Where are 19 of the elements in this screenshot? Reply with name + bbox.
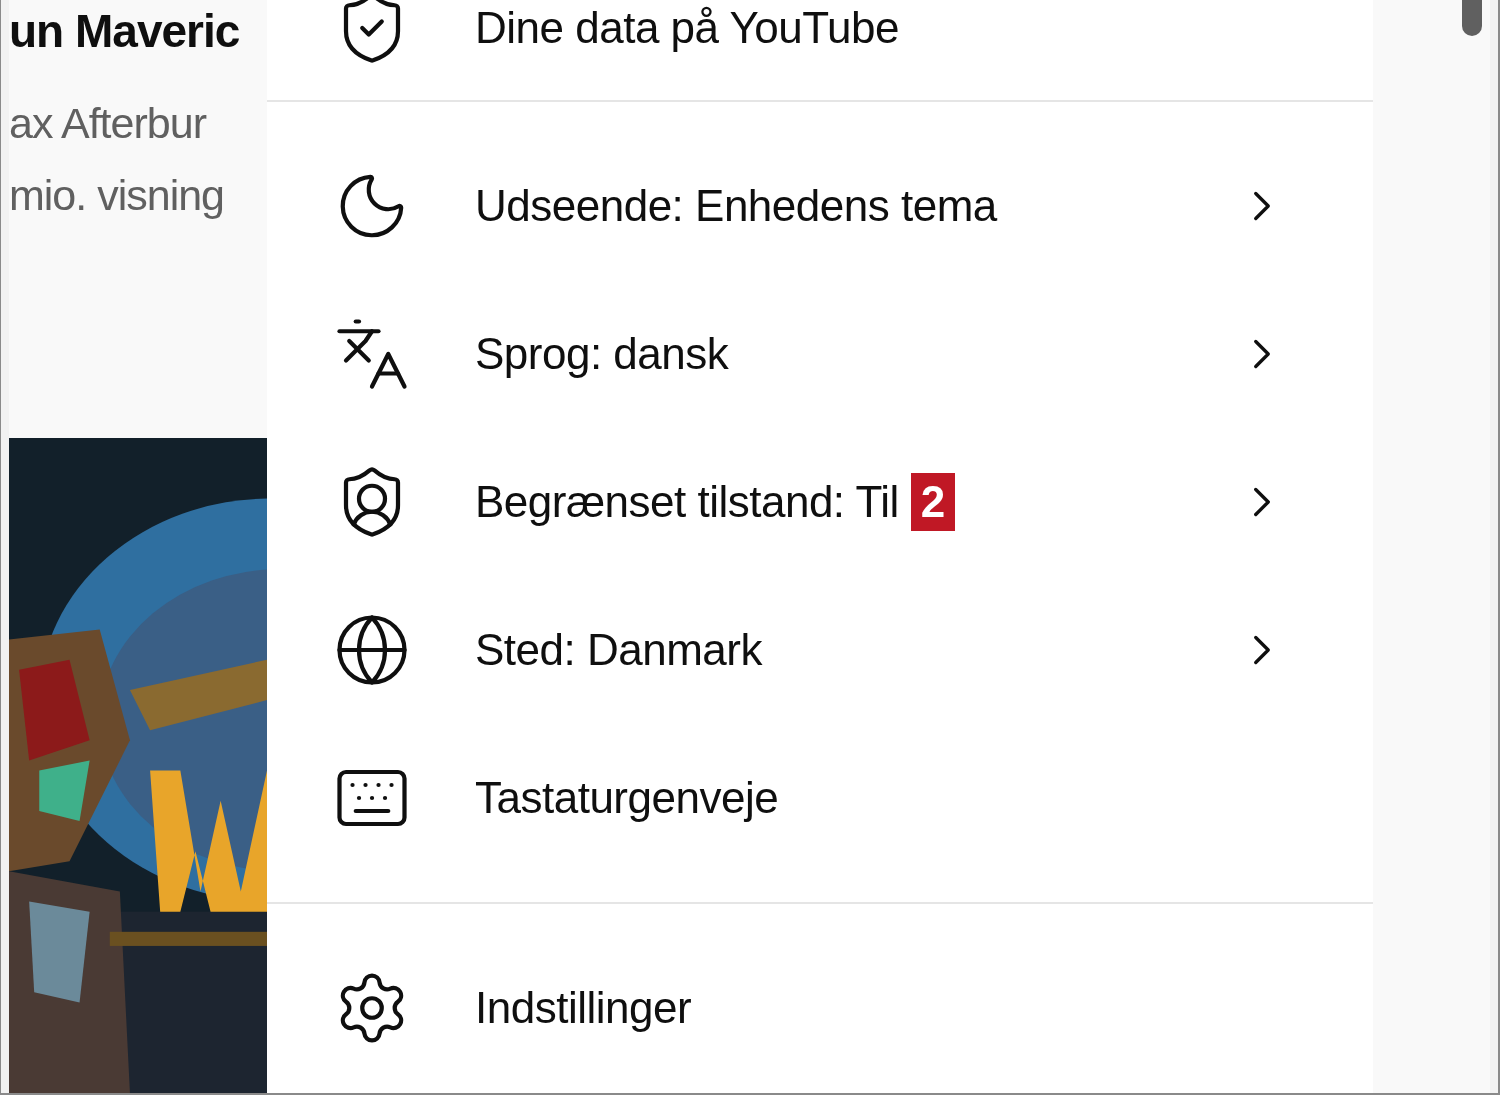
menu-item-label: Begrænset tilstand: Til — [475, 476, 899, 528]
menu-item-label: Dine data på YouTube — [475, 2, 899, 54]
menu-item[interactable]: Sted: Danmark — [267, 576, 1373, 724]
channel-name[interactable]: ax Afterbur — [9, 94, 267, 152]
menu-item-label: Tastaturgenveje — [475, 772, 779, 824]
menu-item[interactable]: Begrænset tilstand: Til 2 — [267, 428, 1373, 576]
menu-item-label: Udseende: Enhedens tema — [475, 180, 997, 232]
menu-item-label: Indstillinger — [475, 982, 692, 1034]
menu-item[interactable]: Dine data på YouTube — [267, 0, 1373, 100]
menu-item[interactable]: Udseende: Enhedens tema — [267, 132, 1373, 280]
video-title[interactable]: un Maveric — [9, 2, 267, 60]
menu-item[interactable]: Tastaturgenveje — [267, 724, 1373, 872]
scrollbar-thumb[interactable] — [1462, 0, 1482, 36]
number-badge: 2 — [910, 473, 956, 531]
view-count: mio. visning — [9, 170, 226, 221]
menu-item-label: Sprog: dansk — [475, 328, 729, 380]
menu-item[interactable]: Sprog: dansk — [267, 280, 1373, 428]
menu-item[interactable]: Indstillinger — [267, 934, 1373, 1082]
menu-item-label: Sted: Danmark — [475, 624, 762, 676]
